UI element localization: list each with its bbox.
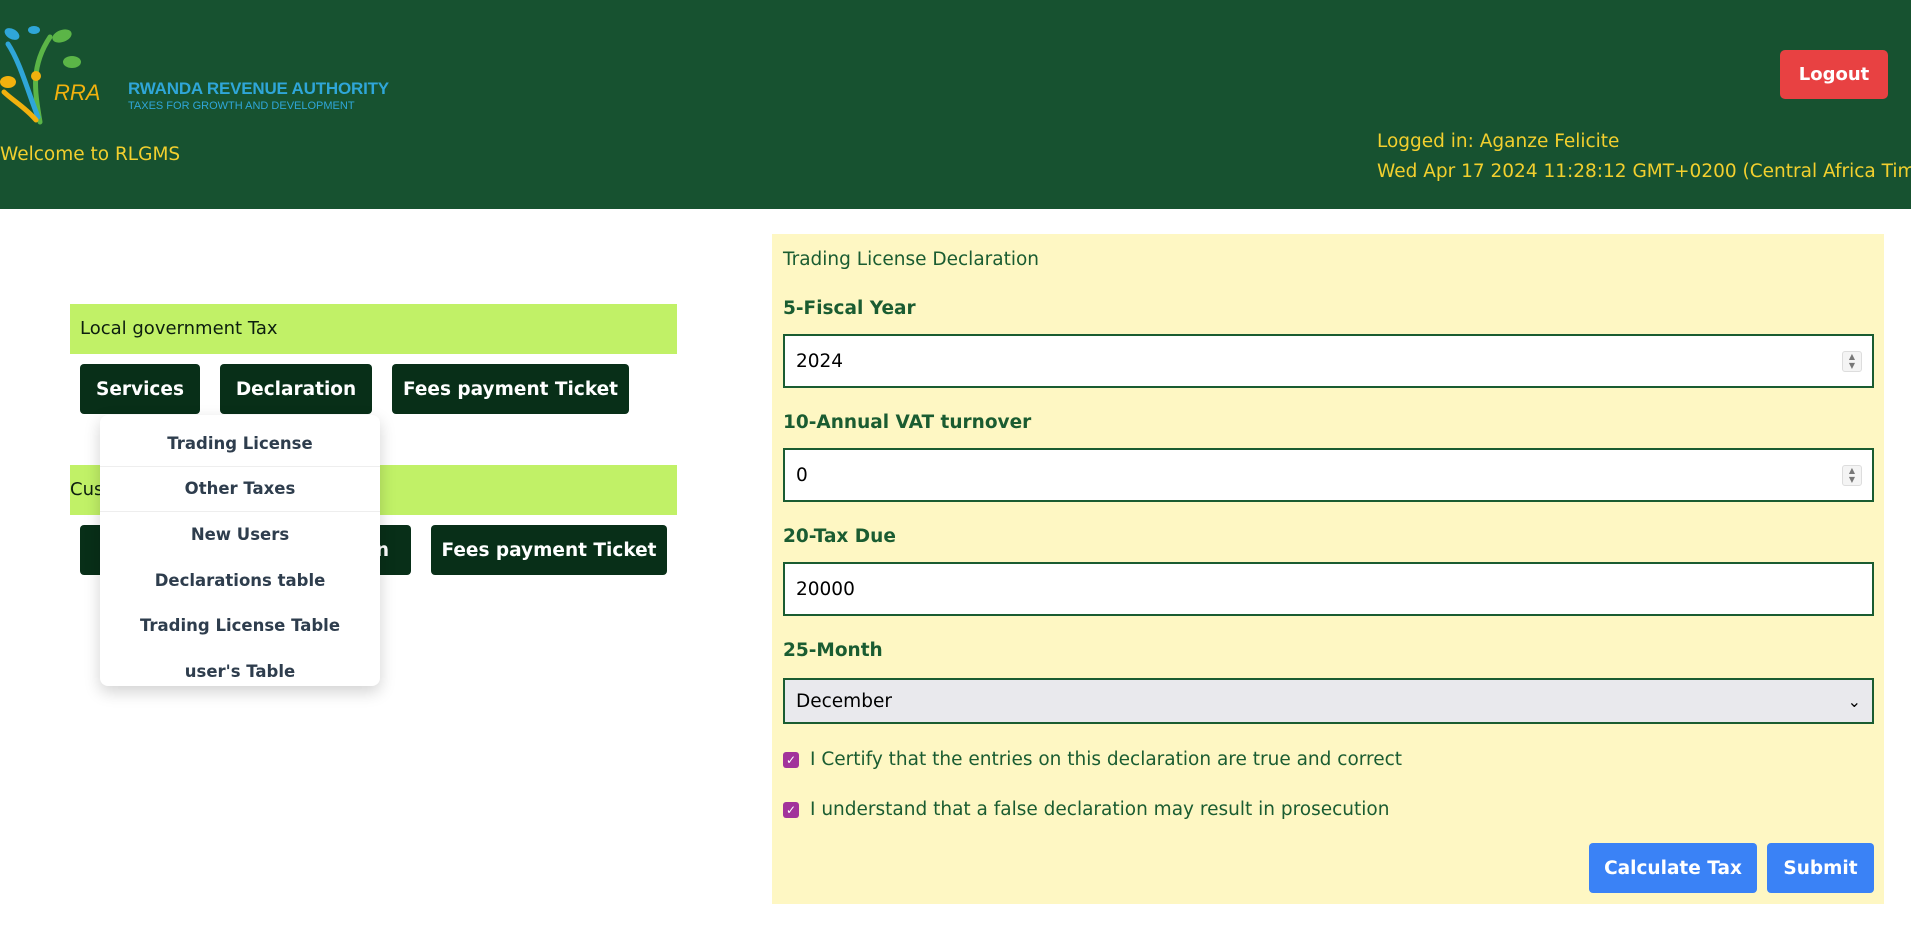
current-datetime: Wed Apr 17 2024 11:28:12 GMT+0200 (Centr… [1377,161,1911,182]
spinner-icon[interactable]: ▲ ▼ [1842,351,1862,372]
fiscal-year-label: 5-Fiscal Year [783,298,916,319]
menu-item-users-table[interactable]: user's Table [100,649,380,695]
session-info: Logged in: Aganze Felicite Wed Apr 17 20… [1377,127,1911,187]
calculate-tax-button[interactable]: Calculate Tax [1589,843,1757,893]
rra-logo: RRA [0,26,100,125]
understand-checkbox[interactable]: ✓ [783,801,799,818]
menu-item-trading-license-table[interactable]: Trading License Table [100,603,380,649]
menu-item-new-users[interactable]: New Users [100,512,380,558]
menu-item-trading-license[interactable]: Trading License [100,421,380,467]
declaration-button[interactable]: Declaration [220,364,372,414]
certify-label: I Certify that the entries on this decla… [810,749,1403,770]
spinner-icon[interactable]: ▲ ▼ [1842,465,1862,486]
vat-turnover-value: 0 [796,464,808,486]
fees-payment-ticket-button[interactable]: Fees payment Ticket [392,364,629,414]
svg-text:RRA: RRA [54,80,100,105]
brand-name: RWANDA REVENUE AUTHORITY [128,79,389,98]
month-label: 25-Month [783,640,883,661]
tax-due-input[interactable]: 20000 [783,562,1874,616]
tax-due-label: 20-Tax Due [783,526,896,547]
tax-due-value: 20000 [796,578,855,600]
top-header: RRA RWANDA REVENUE AUTHORITY TAXES FOR G… [0,0,1911,209]
services-dropdown-menu: Trading License Other Taxes New Users De… [100,415,380,686]
logged-in-user: Logged in: Aganze Felicite [1377,131,1620,152]
certify-checkbox-row[interactable]: ✓ I Certify that the entries on this dec… [783,749,1402,770]
section-local-government-tax: Local government Tax [70,304,677,354]
understand-label: I understand that a false declaration ma… [810,799,1390,820]
fiscal-year-value: 2024 [796,350,844,372]
vat-turnover-input[interactable]: 0 ▲ ▼ [783,448,1874,502]
month-select[interactable]: December ⌄ [783,678,1874,724]
certify-checkbox[interactable]: ✓ [783,751,799,768]
services-button[interactable]: Services [80,364,200,414]
fiscal-year-input[interactable]: 2024 ▲ ▼ [783,334,1874,388]
chevron-down-icon: ⌄ [1847,691,1861,711]
brand-block: RWANDA REVENUE AUTHORITY TAXES FOR GROWT… [128,79,389,112]
brand-tagline: TAXES FOR GROWTH AND DEVELOPMENT [128,100,355,112]
section2-fees-payment-ticket-button[interactable]: Fees payment Ticket [431,525,667,575]
form-title: Trading License Declaration [783,249,1040,270]
submit-button[interactable]: Submit [1767,843,1874,893]
logout-button[interactable]: Logout [1780,50,1888,99]
month-value: December [796,690,892,712]
vat-turnover-label: 10-Annual VAT turnover [783,412,1032,433]
welcome-text: Welcome to RLGMS [0,144,181,165]
menu-item-declarations-table[interactable]: Declarations table [100,558,380,604]
trading-license-declaration-form: Trading License Declaration 5-Fiscal Yea… [772,234,1884,904]
understand-checkbox-row[interactable]: ✓ I understand that a false declaration … [783,799,1389,820]
menu-item-other-taxes[interactable]: Other Taxes [100,467,380,512]
